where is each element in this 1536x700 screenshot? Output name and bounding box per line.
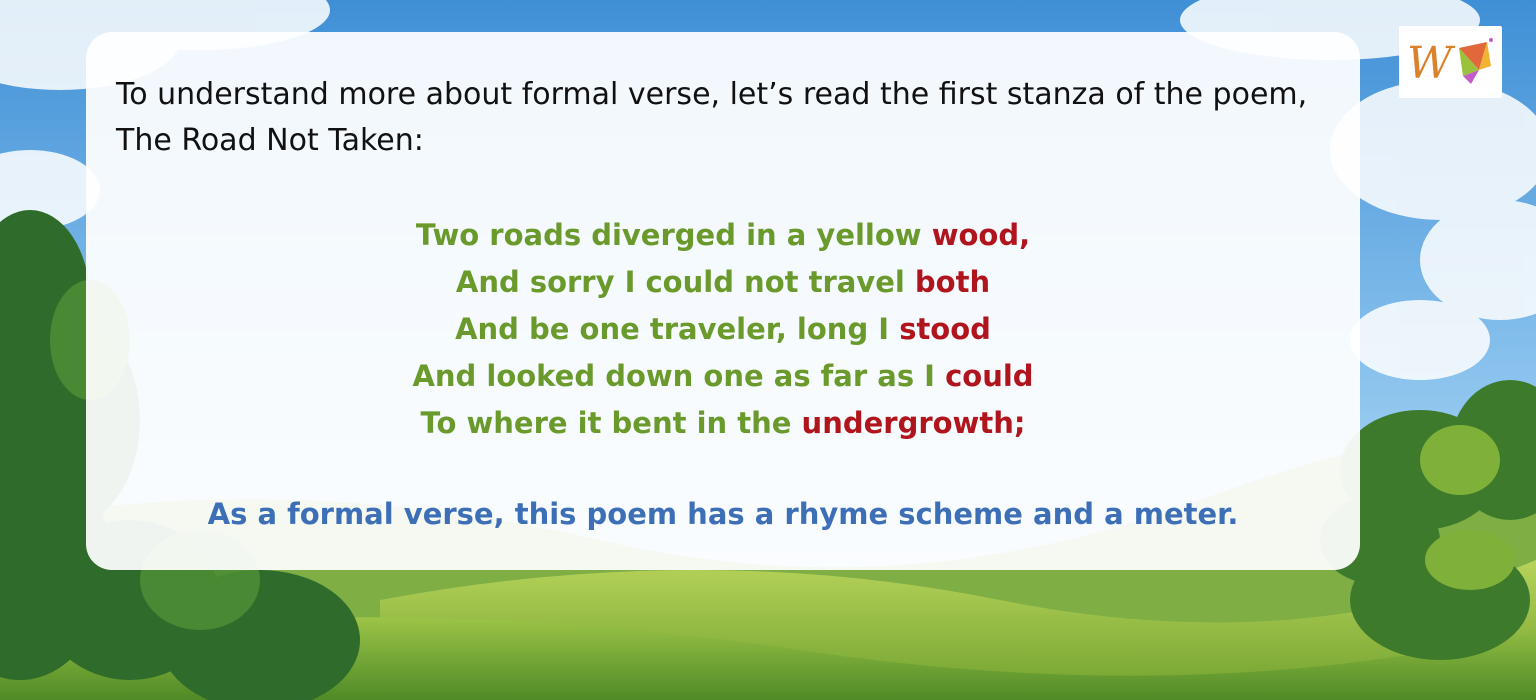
verse-text: And be one traveler, long I [455, 312, 900, 346]
poem-stanza: Two roads diverged in a yellow wood, And… [86, 212, 1360, 447]
rhyme-word: could [945, 359, 1034, 393]
stanza-line-4: And looked down one as far as I could [86, 353, 1360, 400]
rhyme-word: stood [899, 312, 991, 346]
verse-text: Two roads diverged in a yellow [415, 218, 932, 252]
verse-text: And looked down one as far as I [412, 359, 946, 393]
verse-text: To where it bent in the [420, 406, 802, 440]
stanza-line-5: To where it bent in the undergrowth; [86, 400, 1360, 447]
rhyme-word: both [914, 265, 991, 299]
conclusion-text: As a formal verse, this poem has a rhyme… [207, 497, 1239, 531]
stanza-line-2: And sorry I could not travel both [86, 259, 1360, 306]
stanza-line-1: Two roads diverged in a yellow wood, [86, 212, 1360, 259]
brand-logo: W [1399, 26, 1502, 98]
w-kite-logo-icon: W [1407, 38, 1493, 89]
verse-text: And sorry I could not travel [455, 265, 915, 299]
content-card: To understand more about formal verse, l… [86, 32, 1360, 570]
rhyme-word: wood, [931, 218, 1031, 252]
stanza-line-3: And be one traveler, long I stood [86, 306, 1360, 353]
logo-letter: W [1407, 38, 1456, 89]
rhyme-word: undergrowth; [801, 406, 1026, 440]
intro-paragraph: To understand more about formal verse, l… [116, 77, 1308, 158]
